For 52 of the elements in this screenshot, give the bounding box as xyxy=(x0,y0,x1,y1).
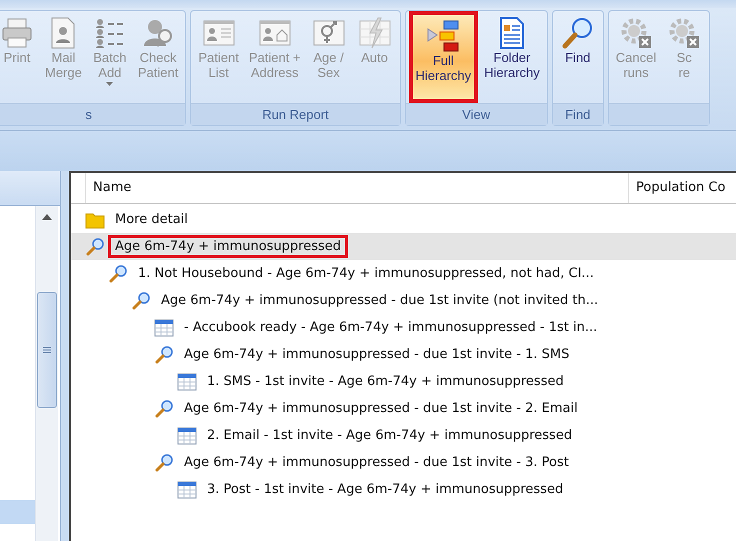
tree-row[interactable]: 1. SMS - 1st invite - Age 6m-74y + immunosuppressed xyxy=(71,368,736,395)
tree-row[interactable]: Age 6m-74y + immunosuppressed - due 1st invite (not invited th... xyxy=(71,287,736,314)
tree-row-label: 2. Email - 1st invite - Age 6m-74y + immunosuppressed xyxy=(206,427,574,445)
scroll-thumb[interactable] xyxy=(37,292,57,408)
gear-x-icon xyxy=(667,16,702,50)
tree-row-label: 3. Post - 1st invite - Age 6m-74y + immunosuppressed xyxy=(206,481,564,499)
group-label: Find xyxy=(552,103,603,125)
search-icon xyxy=(560,16,595,50)
tree-row[interactable]: - Accubook ready - Age 6m-74y + immunosuppressed - 1st in... xyxy=(71,314,736,341)
tree-row-label: Age 6m-74y + immunosuppressed xyxy=(108,235,348,258)
search-icon xyxy=(154,400,174,418)
up-arrow-icon[interactable] xyxy=(42,214,52,220)
tree-row[interactable]: Age 6m-74y + immunosuppressed - due 1st invite - 1. SMS xyxy=(71,341,736,368)
tree-row[interactable]: 2. Email - 1st invite - Age 6m-74y + immunosuppressed xyxy=(71,422,736,449)
search-icon xyxy=(131,292,151,310)
group-label: s xyxy=(0,103,186,125)
tree-row-label: 1. SMS - 1st invite - Age 6m-74y + immunosuppressed xyxy=(206,373,565,391)
search-icon xyxy=(154,346,174,364)
group-label: View xyxy=(406,103,547,125)
group-label: Run Report xyxy=(191,103,400,125)
grid-lightning-icon xyxy=(358,16,392,50)
search-icon xyxy=(108,264,128,282)
table-icon xyxy=(177,372,197,390)
grip-icon xyxy=(43,347,51,353)
tree-row[interactable]: Age 6m-74y + immunosuppressed - due 1st invite - 3. Post xyxy=(71,449,736,476)
table-icon xyxy=(154,318,174,336)
column-header[interactable]: Population Co xyxy=(628,173,736,203)
hierarchy-icon xyxy=(426,19,460,53)
search-icon xyxy=(154,454,174,472)
tree-row[interactable]: Age 6m-74y + immunosuppressed xyxy=(71,233,736,260)
tree-row-label: - Accubook ready - Age 6m-74y + immunosuppressed - 1st in... xyxy=(183,319,598,337)
printer-icon xyxy=(0,16,34,50)
gear-x-icon xyxy=(619,16,653,50)
folder-icon xyxy=(85,210,105,228)
tree-row-label: Age 6m-74y + immunosuppressed - due 1st invite - 2. Email xyxy=(183,400,579,418)
ribbon-button[interactable]: Full Hierarchy xyxy=(408,11,478,103)
tree-row-label: Age 6m-74y + immunosuppressed - due 1st invite - 3. Post xyxy=(183,454,570,472)
tree-row-label: Age 6m-74y + immunosuppressed - due 1st invite - 1. SMS xyxy=(183,346,570,364)
search-icon xyxy=(85,238,105,256)
column-header[interactable]: Name xyxy=(85,173,628,203)
tree-row[interactable]: 1. Not Housebound - Age 6m-74y + immunosuppressed, not had, CI... xyxy=(71,260,736,287)
ribbon-button[interactable]: Find xyxy=(556,11,600,103)
tree-row[interactable]: 3. Post - 1st invite - Age 6m-74y + immunosuppressed xyxy=(71,476,736,503)
table-icon xyxy=(177,426,197,444)
ribbon-button[interactable]: Folder Hierarchy xyxy=(480,11,544,103)
tree-row-label: More detail xyxy=(114,211,189,229)
tree-row-label: 1. Not Housebound - Age 6m-74y + immunosuppressed, not had, CI... xyxy=(137,265,595,283)
table-icon xyxy=(177,480,197,498)
tree-row[interactable]: More detail xyxy=(71,206,736,233)
tree-row-label: Age 6m-74y + immunosuppressed - due 1st invite (not invited th... xyxy=(160,292,600,310)
scrollbar[interactable] xyxy=(35,206,58,541)
tree-row[interactable]: Age 6m-74y + immunosuppressed - due 1st invite - 2. Email xyxy=(71,395,736,422)
